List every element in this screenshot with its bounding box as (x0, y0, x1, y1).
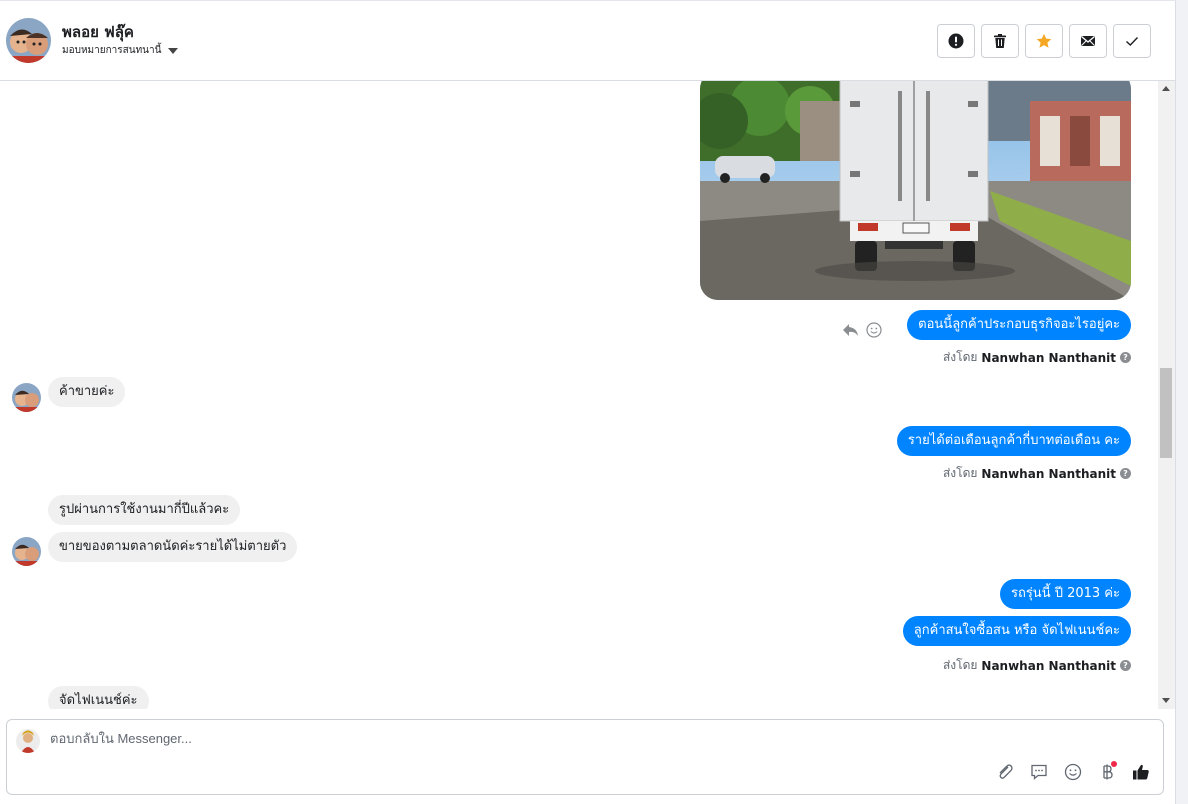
composer-toolbar (995, 761, 1151, 782)
contact-avatar[interactable] (6, 18, 51, 63)
outgoing-message[interactable]: รายได้ต่อเดือนลูกค้ากี่บาทต่อเดือน คะ (896, 426, 1131, 456)
notification-dot (1111, 761, 1117, 767)
assign-label: มอบหมายการสนทนานี้ (62, 45, 162, 56)
sender-name[interactable]: Nanwhan Nanthanit (981, 659, 1116, 673)
messenger-conversation-panel: พลอย ฟลุ๊ค มอบหมายการสนทนานี้ ตอนนี้ลูกค… (0, 0, 1176, 804)
contact-avatar-small[interactable] (12, 383, 41, 412)
message-hover-tools (842, 322, 882, 338)
mark-unread-button[interactable] (1069, 24, 1107, 58)
like-button[interactable] (1131, 762, 1151, 782)
envelope-icon (1081, 36, 1095, 46)
trash-icon (994, 34, 1006, 48)
star-icon (1036, 33, 1052, 48)
contact-avatar-small[interactable] (12, 537, 41, 566)
report-button[interactable] (937, 24, 975, 58)
mark-done-button[interactable] (1113, 24, 1151, 58)
sent-by-prefix: ส่งโดย (942, 466, 978, 480)
thumbs-up-icon (1133, 764, 1149, 780)
sent-by-prefix: ส่งโดย (942, 658, 978, 672)
scroll-thumb[interactable] (1160, 368, 1172, 458)
payment-button[interactable] (1097, 761, 1117, 782)
paperclip-icon (999, 764, 1013, 779)
smiley-icon (1064, 763, 1082, 781)
sender-name[interactable]: Nanwhan Nanthanit (981, 351, 1116, 365)
question-icon[interactable]: ? (1120, 468, 1131, 479)
outgoing-message[interactable]: ตอนนี้ลูกค้าประกอบธุรกิจอะไรอยู่คะ (907, 310, 1131, 340)
incoming-message[interactable]: จัดไฟเนนช์ค่ะ (48, 686, 149, 709)
sender-name[interactable]: Nanwhan Nanthanit (981, 467, 1116, 481)
reply-icon[interactable] (842, 322, 860, 338)
sent-by-label: ส่งโดย Nanwhan Nanthanit ? (943, 656, 1131, 675)
reply-composer (6, 719, 1164, 795)
incoming-message[interactable]: ขายของตามตลาดนัดค่ะรายได้ไม่ตายตัว (48, 532, 298, 562)
window-gutter (1176, 0, 1188, 804)
sent-by-label: ส่งโดย Nanwhan Nanthanit ? (943, 348, 1131, 367)
star-button[interactable] (1025, 24, 1063, 58)
exclamation-icon (948, 33, 964, 49)
conversation-header: พลอย ฟลุ๊ค มอบหมายการสนทนานี้ (0, 0, 1176, 81)
react-smiley-icon[interactable] (866, 322, 882, 338)
question-icon[interactable]: ? (1120, 660, 1131, 671)
emoji-button[interactable] (1063, 762, 1083, 782)
outgoing-message[interactable]: ลูกค้าสนใจซื้อสน หรือ จัดไฟเนนช์คะ (902, 616, 1131, 646)
sent-by-prefix: ส่งโดย (942, 350, 978, 364)
assign-conversation-dropdown[interactable]: มอบหมายการสนทนานี้ (62, 43, 179, 58)
delete-button[interactable] (981, 24, 1019, 58)
incoming-message[interactable]: รูปผ่านการใช้งานมากี่ปีแล้วคะ (48, 495, 241, 525)
reply-input[interactable] (50, 731, 750, 746)
outgoing-message[interactable]: รถรุ่นนี้ ปี 2013 ค่ะ (999, 579, 1131, 609)
question-icon[interactable]: ? (1120, 352, 1131, 363)
saved-replies-button[interactable] (1029, 762, 1049, 782)
chat-bubble-icon (1031, 764, 1047, 780)
shared-photo-truck[interactable] (700, 81, 1131, 300)
page-avatar (16, 729, 40, 753)
sent-by-label: ส่งโดย Nanwhan Nanthanit ? (943, 464, 1131, 483)
checkmark-icon (1126, 37, 1139, 46)
contact-name[interactable]: พลอย ฟลุ๊ค (62, 20, 134, 44)
chevron-down-icon (168, 47, 179, 54)
scroll-up-arrow-icon[interactable] (1162, 86, 1170, 91)
incoming-message[interactable]: ค้าขายค่ะ (48, 377, 126, 407)
thread-scrollbar[interactable] (1158, 81, 1175, 709)
attach-button[interactable] (995, 762, 1015, 782)
header-actions (937, 24, 1151, 58)
message-thread[interactable]: ตอนนี้ลูกค้าประกอบธุรกิจอะไรอยู่คะ ส่งโด… (0, 81, 1158, 709)
scroll-down-arrow-icon[interactable] (1162, 698, 1170, 703)
